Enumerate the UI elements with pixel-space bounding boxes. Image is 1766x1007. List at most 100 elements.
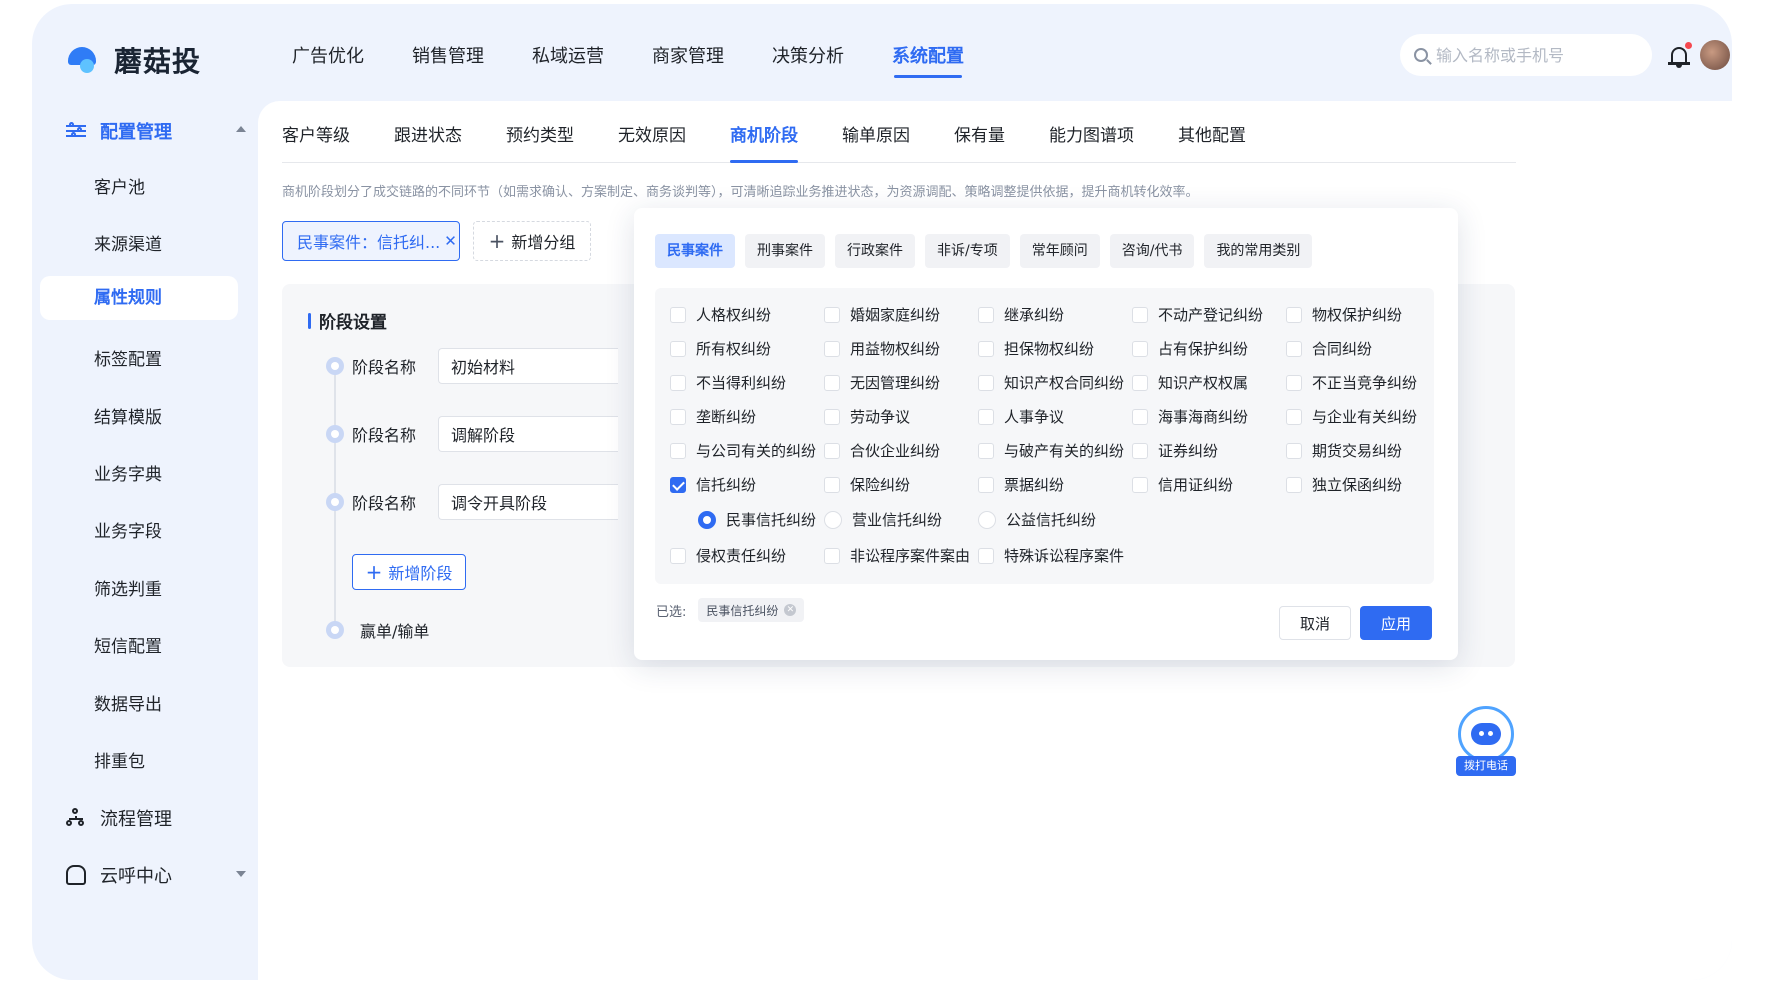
case-type-tab[interactable]: 我的常用类别	[1204, 234, 1313, 268]
case-type-option[interactable]: 无因管理纠纷	[824, 372, 940, 393]
checkbox[interactable]	[670, 374, 686, 391]
case-type-option[interactable]: 海事海商纠纷	[1132, 406, 1248, 427]
sidebar-item[interactable]: 筛选判重	[94, 575, 162, 600]
checkbox[interactable]	[824, 340, 840, 357]
case-type-option[interactable]: 特殊诉讼程序案件	[978, 545, 1124, 566]
case-type-option[interactable]: 信用证纠纷	[1132, 474, 1233, 495]
tab-item[interactable]: 跟进状态	[394, 101, 462, 162]
add-stage-button[interactable]: + 新增阶段	[352, 554, 466, 590]
checkbox[interactable]	[824, 547, 840, 564]
close-icon[interactable]: ✕	[444, 232, 457, 250]
case-type-option[interactable]: 婚姻家庭纠纷	[824, 304, 940, 325]
search-input[interactable]	[1436, 45, 1636, 65]
bell-icon[interactable]	[1668, 42, 1692, 68]
tab-item[interactable]: 输单原因	[842, 101, 910, 162]
checkbox[interactable]	[978, 306, 994, 323]
case-type-option[interactable]: 用益物权纠纷	[824, 338, 940, 359]
checkbox[interactable]	[978, 476, 994, 493]
sidebar-group-call[interactable]: 云呼中心	[66, 862, 246, 888]
case-type-option[interactable]: 知识产权权属	[1132, 372, 1248, 393]
search-box[interactable]	[1400, 34, 1652, 76]
cancel-button[interactable]: 取消	[1279, 606, 1351, 640]
case-type-option[interactable]: 人事争议	[978, 406, 1064, 427]
sub-option[interactable]: 公益信托纠纷	[978, 509, 1096, 530]
stage-name-input[interactable]: 调解阶段	[438, 416, 618, 452]
case-type-option[interactable]: 期货交易纠纷	[1286, 440, 1402, 461]
case-type-option[interactable]: 不动产登记纠纷	[1132, 304, 1263, 325]
nav-item[interactable]: 私域运营	[532, 42, 604, 78]
case-type-option[interactable]: 担保物权纠纷	[978, 338, 1094, 359]
checkbox[interactable]	[670, 306, 686, 323]
nav-item[interactable]: 广告优化	[292, 42, 364, 78]
sub-option[interactable]: 营业信托纠纷	[824, 509, 942, 530]
apply-button[interactable]: 应用	[1360, 606, 1432, 640]
case-type-option[interactable]: 人格权纠纷	[670, 304, 771, 325]
sidebar-item[interactable]: 标签配置	[94, 345, 162, 370]
radio[interactable]	[978, 510, 996, 529]
case-type-tab[interactable]: 民事案件	[655, 234, 735, 268]
case-type-option[interactable]: 保险纠纷	[824, 474, 910, 495]
tab-item[interactable]: 其他配置	[1178, 101, 1246, 162]
case-type-tab[interactable]: 刑事案件	[745, 234, 825, 268]
sidebar-item[interactable]: 结算模版	[94, 403, 162, 428]
sidebar-item[interactable]: 业务字典	[94, 460, 162, 485]
case-type-option[interactable]: 侵权责任纠纷	[670, 545, 786, 566]
case-type-option[interactable]: 知识产权合同纠纷	[978, 372, 1124, 393]
sidebar-item[interactable]: 数据导出	[94, 690, 162, 715]
stage-name-input[interactable]: 初始材料	[438, 348, 618, 384]
tab-item[interactable]: 保有量	[954, 101, 1005, 162]
case-type-option[interactable]: 占有保护纠纷	[1132, 338, 1248, 359]
checkbox[interactable]	[1286, 340, 1302, 357]
checkbox[interactable]	[1132, 442, 1148, 459]
tab-item[interactable]: 预约类型	[506, 101, 574, 162]
checkbox[interactable]	[1286, 408, 1302, 425]
nav-item[interactable]: 商家管理	[652, 42, 724, 78]
nav-item[interactable]: 决策分析	[772, 42, 844, 78]
checkbox[interactable]	[1132, 306, 1148, 323]
tab-item[interactable]: 客户等级	[282, 101, 350, 162]
case-type-option[interactable]: 与破产有关的纠纷	[978, 440, 1124, 461]
case-type-option[interactable]: 与企业有关纠纷	[1286, 406, 1417, 427]
nav-item[interactable]: 销售管理	[412, 42, 484, 78]
close-circle-icon[interactable]: ✕	[784, 604, 797, 616]
sidebar-item[interactable]: 短信配置	[94, 632, 162, 657]
checkbox[interactable]	[670, 408, 686, 425]
sidebar-item[interactable]: 排重包	[94, 747, 145, 772]
tab-item[interactable]: 无效原因	[618, 101, 686, 162]
checkbox[interactable]	[670, 340, 686, 357]
stage-name-input[interactable]: 调令开具阶段	[438, 484, 618, 520]
checkbox[interactable]	[1286, 476, 1302, 493]
sidebar-item[interactable]: 业务字段	[94, 517, 162, 542]
checkbox[interactable]	[1286, 374, 1302, 391]
checkbox[interactable]	[978, 442, 994, 459]
tab-item[interactable]: 能力图谱项	[1049, 101, 1134, 162]
checkbox[interactable]	[824, 408, 840, 425]
checkbox[interactable]	[1132, 340, 1148, 357]
case-type-option[interactable]: 票据纠纷	[978, 474, 1064, 495]
checkbox[interactable]	[1286, 442, 1302, 459]
case-type-option[interactable]: 信托纠纷	[670, 474, 756, 495]
tab-item[interactable]: 商机阶段	[730, 101, 798, 163]
checkbox[interactable]	[978, 547, 994, 564]
radio[interactable]	[698, 510, 716, 529]
checkbox[interactable]	[824, 476, 840, 493]
case-type-option[interactable]: 垄断纠纷	[670, 406, 756, 427]
case-type-option[interactable]: 劳动争议	[824, 406, 910, 427]
radio[interactable]	[824, 510, 842, 529]
case-type-option[interactable]: 所有权纠纷	[670, 338, 771, 359]
case-type-option[interactable]: 物权保护纠纷	[1286, 304, 1402, 325]
sidebar-item[interactable]: 来源渠道	[94, 230, 162, 255]
sub-option[interactable]: 民事信托纠纷	[698, 509, 816, 530]
case-type-option[interactable]: 继承纠纷	[978, 304, 1064, 325]
sidebar-group-config[interactable]: 配置管理	[66, 118, 246, 144]
sidebar-group-flow[interactable]: 流程管理	[66, 805, 172, 831]
case-type-tab[interactable]: 行政案件	[835, 234, 915, 268]
avatar[interactable]	[1700, 40, 1730, 70]
checkbox[interactable]	[824, 306, 840, 323]
case-type-option[interactable]: 合伙企业纠纷	[824, 440, 940, 461]
checkbox[interactable]	[824, 442, 840, 459]
checkbox[interactable]	[978, 340, 994, 357]
case-type-option[interactable]: 不正当竞争纠纷	[1286, 372, 1417, 393]
checkbox[interactable]	[1286, 306, 1302, 323]
case-type-tab[interactable]: 非诉/专项	[925, 234, 1010, 268]
